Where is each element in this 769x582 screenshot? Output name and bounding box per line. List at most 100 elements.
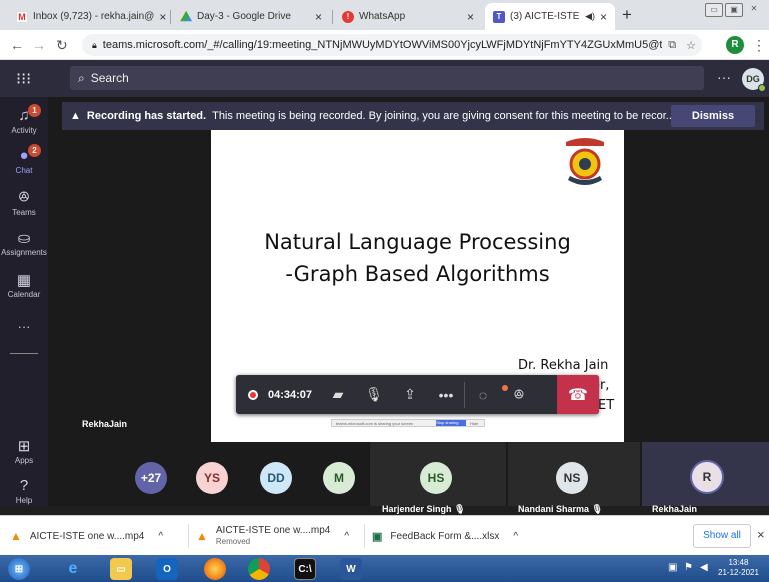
close-download-shelf-icon[interactable]: × xyxy=(757,527,765,542)
participant-avatar: HS xyxy=(420,462,452,494)
rail-item-calendar[interactable]: ▦ Calendar xyxy=(0,271,48,299)
download-item[interactable]: ▣ FeedBack Form &....xlsx ^ xyxy=(372,525,518,547)
back-icon[interactable]: ← xyxy=(10,37,24,53)
browser-tab-bar: M Inbox (9,723) - rekha.jain@ × Day-3 - … xyxy=(0,0,769,30)
tab-google-drive[interactable]: Day-3 - Google Drive × xyxy=(172,3,330,30)
rail-item-chat[interactable]: ● 2 Chat xyxy=(0,144,48,175)
start-button-icon[interactable]: ⊞ xyxy=(8,558,30,580)
rail-label: Activity xyxy=(11,126,37,135)
close-tab-icon[interactable]: × xyxy=(159,10,166,24)
url-text: teams.microsoft.com/_#/calling/19:meetin… xyxy=(102,39,663,51)
close-tab-icon[interactable]: × xyxy=(467,10,474,24)
slide-author: Dr. Rekha Jain xyxy=(518,358,609,373)
forward-icon[interactable]: → xyxy=(32,37,46,53)
more-options-icon[interactable]: ··· xyxy=(717,69,731,85)
firefox-icon[interactable] xyxy=(204,558,226,580)
teams-icon: T xyxy=(493,10,505,23)
participant-avatar[interactable]: YS xyxy=(196,462,228,494)
tab-teams[interactable]: T (3) AICTE-ISTE one wee ◀) × xyxy=(485,3,615,30)
more-actions-icon[interactable]: ••• xyxy=(428,375,464,414)
chevron-up-icon[interactable]: ^ xyxy=(513,531,518,542)
search-input[interactable]: ⌕ Search xyxy=(70,66,704,90)
hang-up-button[interactable]: ☎︎ xyxy=(557,375,599,414)
participant-name: Nandani Sharma 🎙︎ xyxy=(518,504,603,514)
flag-icon[interactable]: ⚑ xyxy=(684,562,693,573)
slide-title-line-1: Natural Language Processing xyxy=(264,230,571,254)
rail-label: Help xyxy=(15,496,33,505)
rail-item-activity[interactable]: ♫︎ 1 Activity xyxy=(0,104,48,135)
download-filename: AICTE-ISTE one w....mp4 xyxy=(215,525,331,536)
mic-muted-icon[interactable]: 🎙︎ xyxy=(356,375,392,414)
url-field[interactable]: 🔒︎ teams.microsoft.com/_#/calling/19:mee… xyxy=(82,34,702,56)
close-tab-icon[interactable]: × xyxy=(600,10,607,24)
tab-gmail[interactable]: M Inbox (9,723) - rekha.jain@ × xyxy=(8,3,168,30)
more-participants-button[interactable]: +27 xyxy=(135,462,167,494)
mic-muted-icon: 🎙︎ xyxy=(454,504,466,514)
clock-date: 21-12-2021 xyxy=(718,568,759,577)
rail-item-apps[interactable]: ⊞ Apps xyxy=(0,437,48,465)
rail-item-assignments[interactable]: ⛀ Assignments xyxy=(0,229,48,257)
dismiss-button[interactable]: Dismiss xyxy=(671,105,755,127)
calendar-icon: ▦ xyxy=(16,272,32,289)
participant-tile-self[interactable]: R RekhaJain xyxy=(642,442,769,514)
download-item[interactable]: ▲ AICTE-ISTE one w....mp4 Removed ^ xyxy=(196,525,349,547)
participants-icon[interactable]: ꔮ xyxy=(501,375,537,414)
download-item[interactable]: ▲ AICTE-ISTE one w....mp4 ^ xyxy=(10,525,163,547)
word-icon[interactable]: W xyxy=(340,558,362,580)
participant-avatar[interactable]: M xyxy=(323,462,355,494)
stop-sharing-button[interactable]: Stop sharing xyxy=(436,420,466,426)
tab-whatsapp[interactable]: ! WhatsApp × xyxy=(334,3,482,30)
chevron-up-icon[interactable]: ^ xyxy=(344,531,349,542)
rail-item-teams[interactable]: ꔮ Teams xyxy=(0,189,48,217)
participant-avatar: R xyxy=(690,460,724,494)
tab-divider xyxy=(332,10,333,24)
share-notice-text: teams.microsoft.com is sharing your scre… xyxy=(336,421,414,426)
show-all-downloads-button[interactable]: Show all xyxy=(693,524,751,548)
internet-explorer-icon[interactable]: e xyxy=(62,558,84,580)
new-tab-button[interactable]: + xyxy=(622,5,632,25)
share-icon[interactable]: ⧉ xyxy=(668,39,676,52)
tab-title: (3) AICTE-ISTE one wee xyxy=(510,11,580,22)
participant-tile[interactable]: HS Harjender Singh 🎙︎ xyxy=(370,442,506,514)
tab-title: Inbox (9,723) - rekha.jain@ xyxy=(33,11,155,22)
participant-tile[interactable]: NS Nandani Sharma 🎙︎ xyxy=(508,442,640,514)
slide-title-line-2: -Graph Based Algorithms xyxy=(285,262,550,286)
gmail-icon: M xyxy=(16,10,28,23)
system-clock[interactable]: 13:48 21-12-2021 xyxy=(718,558,759,578)
participant-avatar[interactable]: DD xyxy=(260,462,292,494)
presenter-label: RekhaJain xyxy=(82,419,128,429)
minimize-icon[interactable]: ▭ xyxy=(705,3,723,17)
hide-share-button[interactable]: Hide xyxy=(470,421,478,426)
rail-more-apps[interactable]: ··· xyxy=(0,319,48,334)
activity-badge: 1 xyxy=(28,104,41,117)
outlook-icon[interactable]: O xyxy=(156,558,178,580)
close-tab-icon[interactable]: × xyxy=(315,10,322,24)
rail-label: Calendar xyxy=(7,290,41,299)
rail-label: Chat xyxy=(15,166,33,175)
bookmark-star-icon[interactable]: ☆ xyxy=(686,39,696,52)
browser-menu-icon[interactable]: ⋮ xyxy=(752,37,766,54)
chat-toggle-icon[interactable]: ◌ xyxy=(465,375,501,414)
command-prompt-icon[interactable]: C:\ xyxy=(294,558,316,580)
app-launcher-icon[interactable]: ⁝⁝⁝ xyxy=(16,69,31,89)
tab-title: Day-3 - Google Drive xyxy=(197,11,291,22)
network-icon[interactable]: ▣ xyxy=(668,562,677,573)
volume-icon[interactable]: ◀ xyxy=(700,562,708,573)
apps-icon: ⊞ xyxy=(17,438,31,455)
chevron-up-icon[interactable]: ^ xyxy=(158,531,163,542)
maximize-icon[interactable]: ▣ xyxy=(725,3,743,17)
reload-icon[interactable]: ↻ xyxy=(56,37,68,54)
rail-item-help[interactable]: ? Help xyxy=(0,477,48,505)
call-controls: 04:34:07 ▰ 🎙︎ ⇪ ••• ◌ ꔮ ☎︎ xyxy=(236,375,599,414)
file-explorer-icon[interactable]: ▭ xyxy=(110,558,132,580)
profile-avatar[interactable]: R xyxy=(726,36,744,54)
vlc-file-icon: ▲ xyxy=(196,529,208,543)
slide-title: Natural Language Processing -Graph Based… xyxy=(211,226,624,290)
university-crest-logo xyxy=(566,138,604,185)
camera-off-icon[interactable]: ▰ xyxy=(320,375,356,414)
chrome-icon[interactable] xyxy=(248,558,270,580)
close-window-icon[interactable]: ✕ xyxy=(745,3,763,17)
whatsapp-icon: ! xyxy=(342,10,354,23)
share-tray-icon[interactable]: ⇪ xyxy=(392,375,428,414)
download-shelf: ▲ AICTE-ISTE one w....mp4 ^ ▲ AICTE-ISTE… xyxy=(0,515,769,555)
